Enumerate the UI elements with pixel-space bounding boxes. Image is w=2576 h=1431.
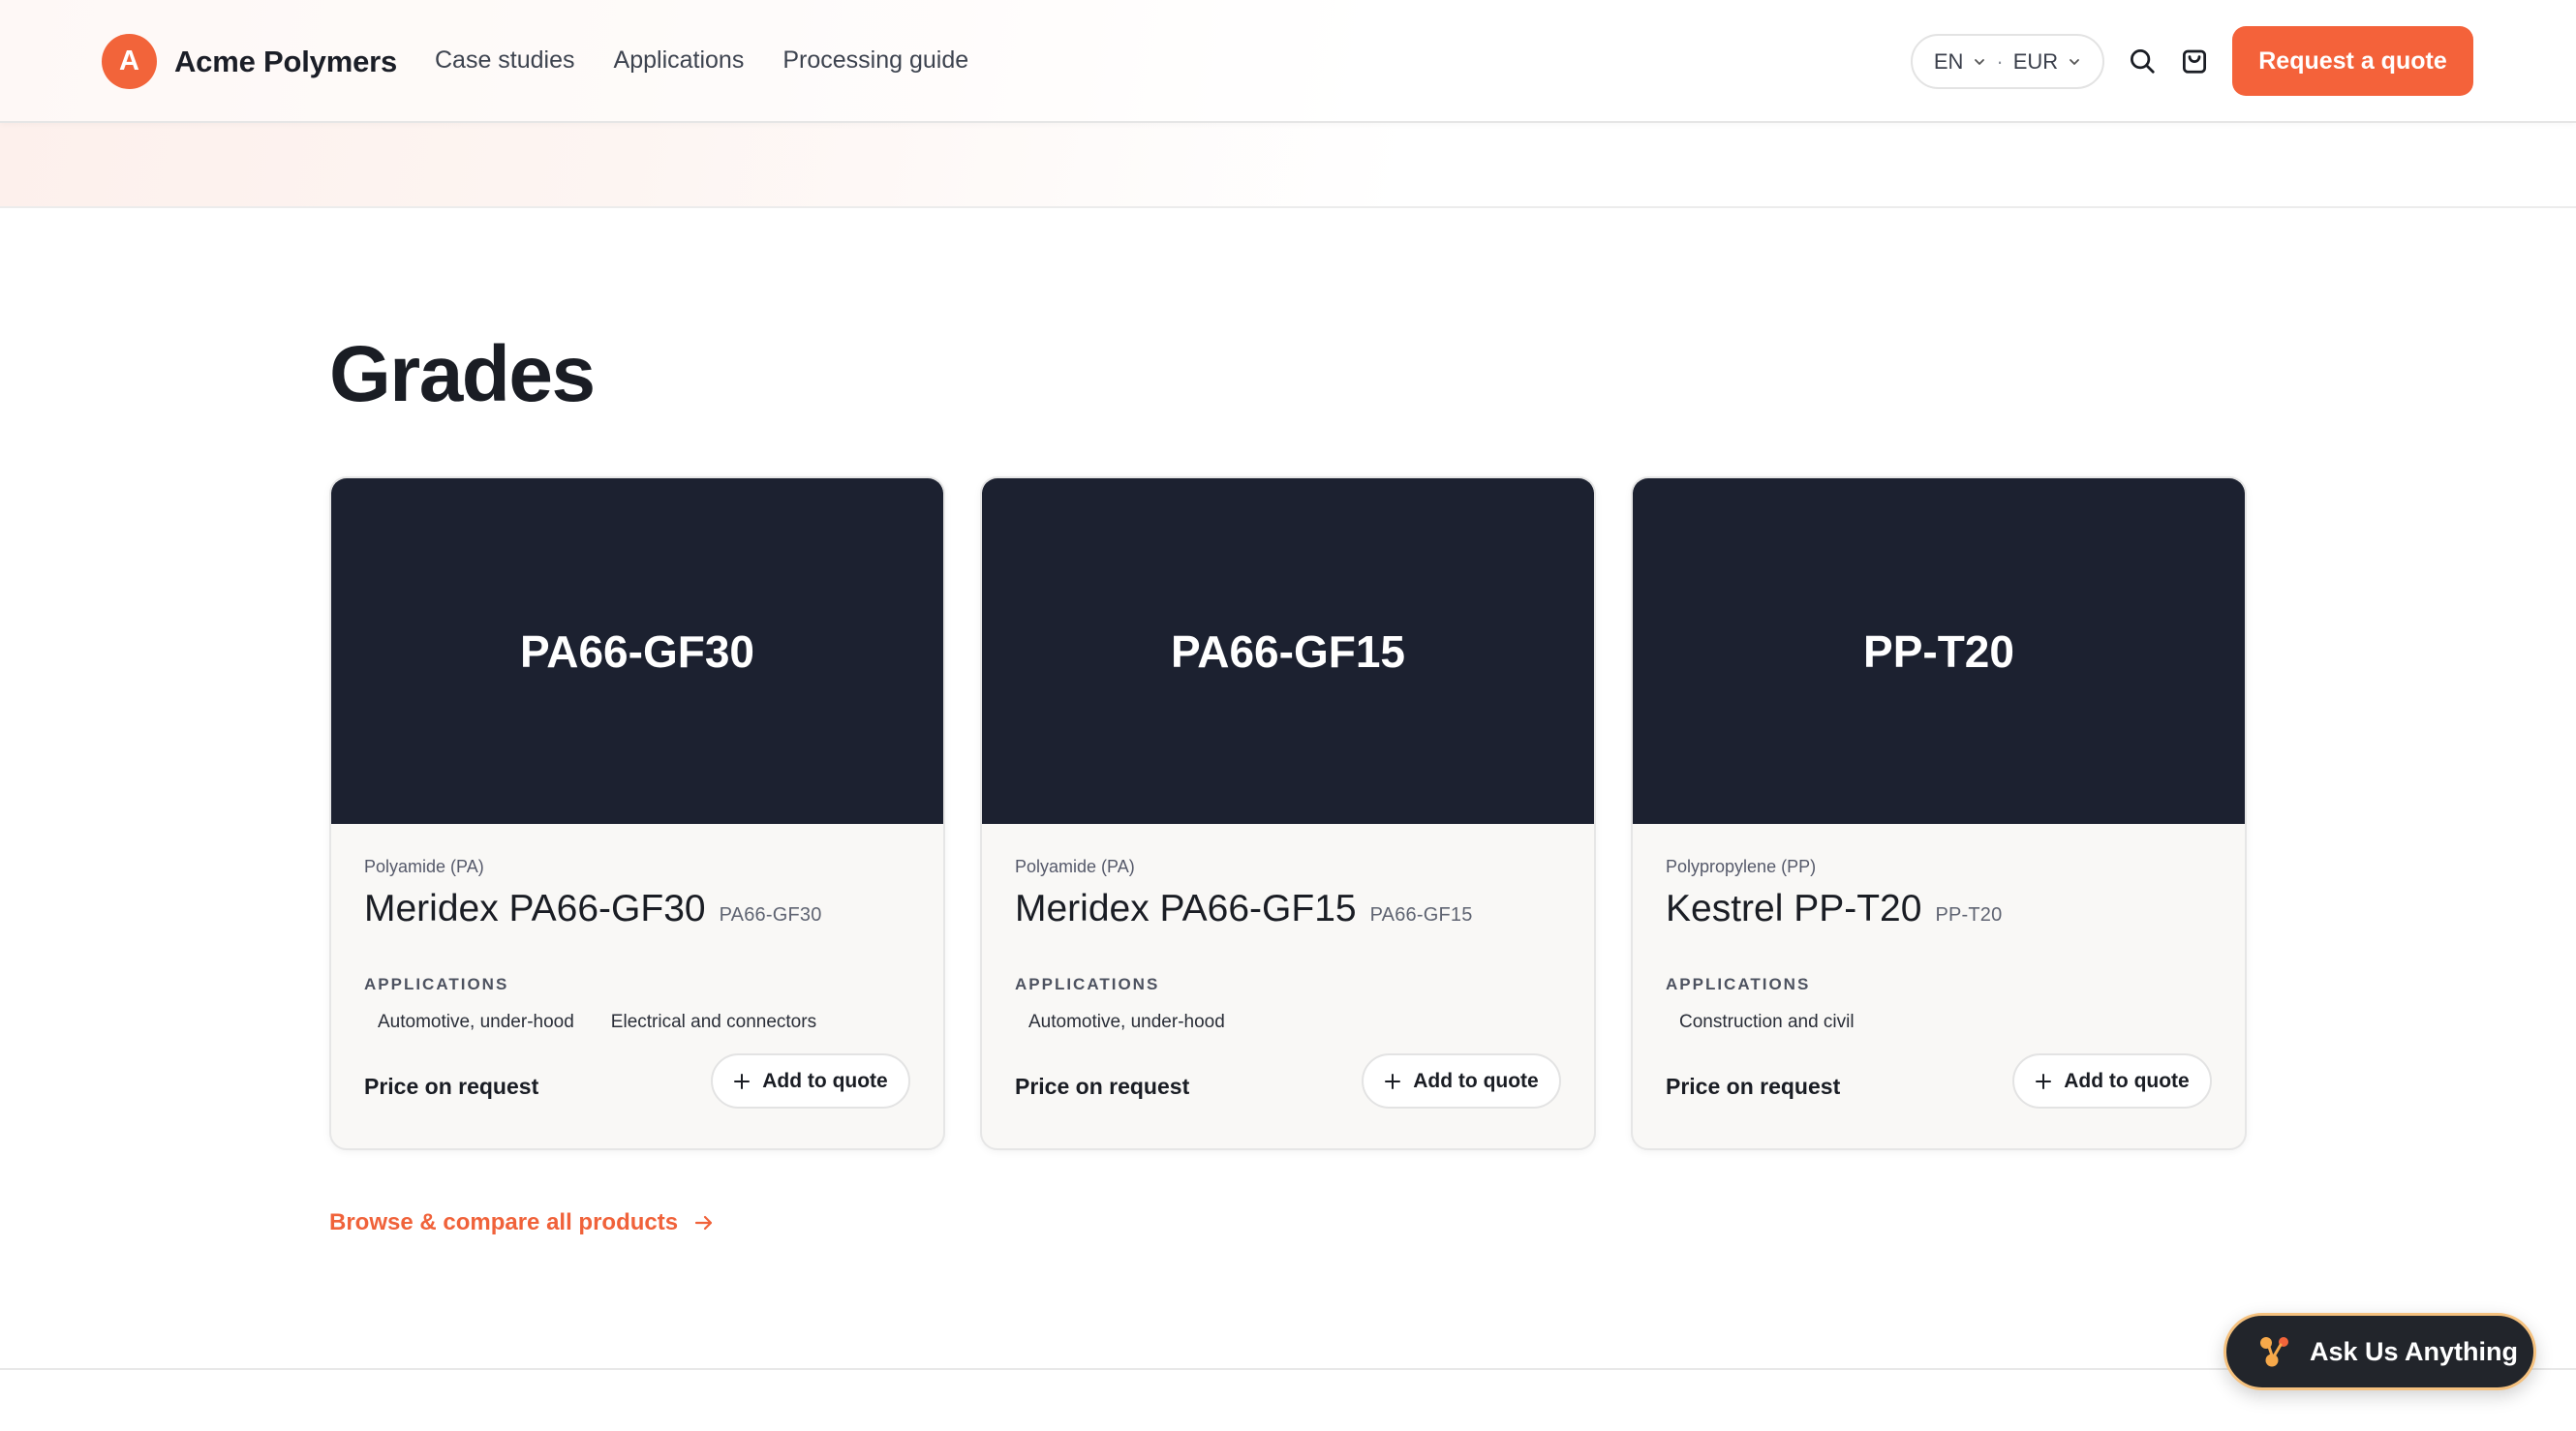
- plus-icon: [2036, 1073, 2052, 1089]
- locale-selector[interactable]: EN · EUR: [1911, 34, 2104, 89]
- plus-icon: [734, 1073, 751, 1089]
- product-price: Price on request: [1015, 1074, 1190, 1099]
- applications-heading: APPLICATIONS: [1666, 975, 1811, 993]
- main-nav: Case studies Applications Processing gui…: [435, 46, 968, 75]
- logo-mark: A: [102, 34, 157, 89]
- application-tags: Construction and civil: [1666, 1008, 1868, 1037]
- locale-separator: ·: [1996, 48, 2004, 74]
- product-card[interactable]: PA66-GF30 Polyamide (PA) Meridex PA66-GF…: [329, 476, 945, 1150]
- add-to-quote-button[interactable]: Add to quote: [711, 1053, 910, 1109]
- applications-heading: APPLICATIONS: [1015, 975, 1160, 993]
- browse-link-label: Browse & compare all products: [329, 1209, 679, 1235]
- product-name[interactable]: Meridex PA66-GF15: [1015, 888, 1357, 930]
- product-family: Polyamide (PA): [1015, 857, 1135, 876]
- cart-icon[interactable]: [2178, 45, 2211, 77]
- product-name[interactable]: Meridex PA66-GF30: [364, 888, 706, 930]
- product-name[interactable]: Kestrel PP-T20: [1666, 888, 1921, 930]
- product-image: PP-T20: [1633, 478, 2245, 824]
- currency-value: EUR: [2012, 48, 2059, 74]
- product-price: Price on request: [364, 1074, 539, 1099]
- browse-all-products-link[interactable]: Browse & compare all products: [329, 1209, 715, 1236]
- nav-item-processing-guide[interactable]: Processing guide: [782, 46, 968, 75]
- sparkle-dots-icon: [2260, 1337, 2288, 1367]
- add-to-quote-label: Add to quote: [762, 1069, 888, 1092]
- add-to-quote-label: Add to quote: [2064, 1069, 2190, 1092]
- search-icon[interactable]: [2126, 45, 2159, 77]
- add-to-quote-button[interactable]: Add to quote: [2012, 1053, 2212, 1109]
- section-divider: [0, 1368, 2576, 1370]
- application-tag: Automotive, under-hood: [378, 1012, 574, 1032]
- product-image: PA66-GF15: [982, 478, 1594, 824]
- request-quote-button[interactable]: Request a quote: [2232, 26, 2473, 96]
- ask-us-anything-label: Ask Us Anything: [2310, 1336, 2519, 1366]
- chevron-down-icon: [2070, 58, 2080, 65]
- applications-heading: APPLICATIONS: [364, 975, 509, 993]
- product-card[interactable]: PA66-GF15 Polyamide (PA) Meridex PA66-GF…: [980, 476, 1596, 1150]
- add-to-quote-button[interactable]: Add to quote: [1362, 1053, 1561, 1109]
- section-title: Grades: [329, 330, 596, 418]
- nav-item-applications[interactable]: Applications: [614, 46, 745, 75]
- brand-logo[interactable]: A Acme Polymers: [102, 34, 397, 89]
- application-tags: Automotive, under-hood Electrical and co…: [364, 1008, 830, 1037]
- ask-us-anything-button[interactable]: Ask Us Anything: [2223, 1313, 2536, 1390]
- chevron-down-icon: [1975, 58, 1985, 65]
- product-image: PA66-GF30: [331, 478, 943, 824]
- product-family: Polypropylene (PP): [1666, 857, 1817, 876]
- add-to-quote-label: Add to quote: [1413, 1069, 1539, 1092]
- product-family: Polyamide (PA): [364, 857, 484, 876]
- product-code: PP-T20: [1935, 904, 2003, 926]
- language-value: EN: [1933, 48, 1964, 74]
- product-price: Price on request: [1666, 1074, 1841, 1099]
- plus-icon: [1385, 1073, 1401, 1089]
- product-code: PA66-GF15: [1369, 904, 1473, 926]
- product-code: PA66-GF30: [719, 904, 822, 926]
- site-header: A Acme Polymers Case studies Application…: [0, 0, 2576, 123]
- application-tags: Automotive, under-hood: [1015, 1008, 1239, 1037]
- product-card[interactable]: PP-T20 Polypropylene (PP) Kestrel PP-T20…: [1631, 476, 2247, 1150]
- arrow-right-icon: [694, 1215, 713, 1231]
- application-tag: Construction and civil: [1679, 1012, 1855, 1032]
- application-tag: Electrical and connectors: [610, 1012, 817, 1032]
- application-tag: Automotive, under-hood: [1028, 1012, 1225, 1032]
- brand-name: Acme Polymers: [174, 44, 398, 78]
- nav-item-case-studies[interactable]: Case studies: [435, 46, 575, 75]
